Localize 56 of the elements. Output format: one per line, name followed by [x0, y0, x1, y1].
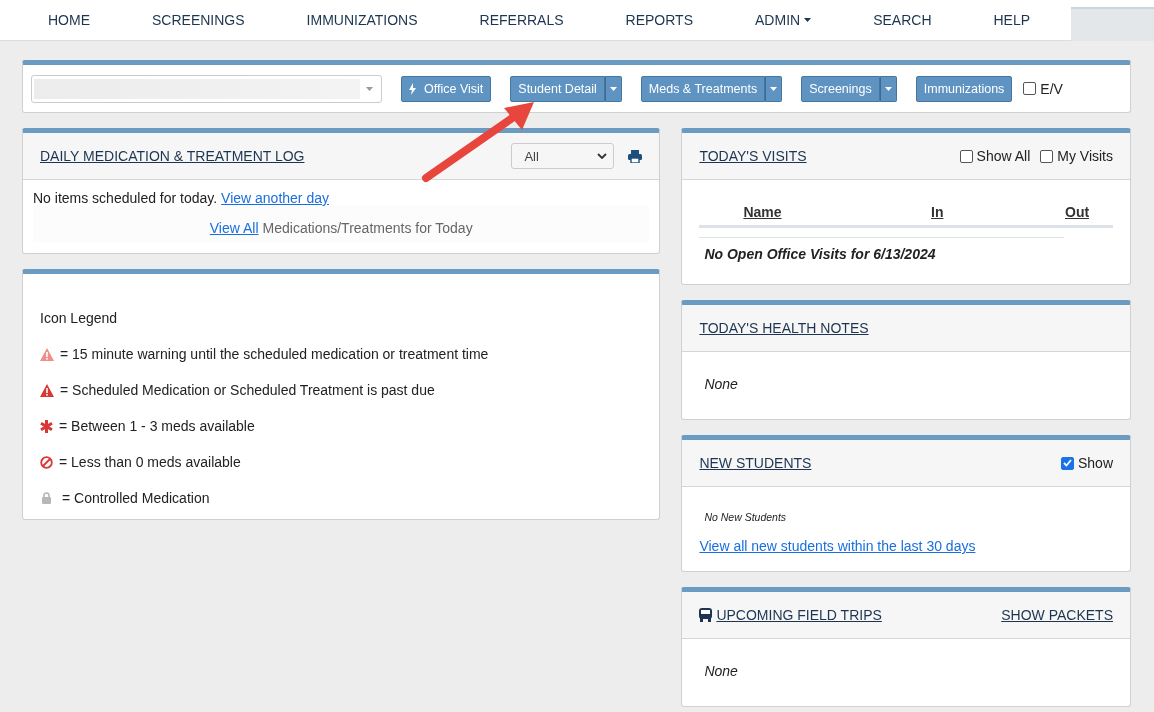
warning-icon	[40, 383, 54, 397]
legend-text: = Controlled Medication	[62, 490, 210, 506]
show-packets-link[interactable]: SHOW PACKETS	[1001, 607, 1113, 623]
checkbox[interactable]	[1040, 149, 1054, 163]
message-text: No items scheduled for today.	[33, 190, 218, 206]
empty-message: None	[703, 662, 739, 681]
column-header[interactable]: Name	[743, 204, 931, 220]
checkbox[interactable]	[1060, 456, 1074, 470]
asterisk-icon	[40, 419, 53, 433]
column-header[interactable]: Out	[1065, 204, 1113, 220]
lock-icon	[41, 492, 52, 504]
nav-link[interactable]: IMMUNIZATIONS	[275, 12, 449, 28]
panel-title[interactable]: TODAY'S HEALTH NOTES	[699, 320, 869, 336]
empty-message: No New Students	[703, 510, 788, 523]
checkbox-label: My Visits	[1057, 148, 1113, 164]
caret-icon	[609, 86, 617, 91]
chevron-icon	[597, 153, 608, 159]
panel-title[interactable]: NEW STUDENTS	[699, 455, 812, 471]
caret-icon	[804, 18, 812, 22]
legend-text: = 15 minute warning until the scheduled medication or treatment time	[60, 346, 489, 362]
panel-title[interactable]: DAILY MEDICATION & TREATMENT LOG	[40, 148, 305, 164]
panel-title[interactable]: TODAY'S VISITS	[699, 148, 807, 164]
dropdown-toggle[interactable]	[765, 75, 783, 102]
nav-link[interactable]: HOME	[17, 12, 121, 28]
caret-icon	[366, 86, 373, 91]
bus-icon	[699, 608, 713, 622]
print-icon[interactable]	[628, 149, 643, 163]
nav-link[interactable]: ADMIN	[724, 12, 843, 28]
checkbox-label: Show All	[976, 148, 1031, 164]
empty-message: None	[703, 375, 739, 394]
checkbox-label: E/V	[1040, 80, 1063, 97]
footer-text: Medications/Treatments for Today	[262, 220, 473, 236]
view-all-link[interactable]: View All	[209, 220, 259, 236]
legend-text: = Between 1 - 3 meds available	[59, 418, 255, 434]
caret-icon	[770, 86, 778, 91]
legend-title: Icon Legend	[40, 310, 119, 326]
view-another-day-link[interactable]: View another day	[221, 190, 329, 206]
checkbox[interactable]	[1023, 82, 1037, 95]
nav-link[interactable]: HELP	[962, 12, 1062, 28]
legend-text: = Scheduled Medication or Scheduled Treatment is past due	[60, 382, 435, 398]
caret-icon	[884, 86, 892, 91]
checkbox[interactable]	[959, 149, 973, 163]
lightning-icon	[409, 82, 416, 95]
panel-title[interactable]: UPCOMING FIELD TRIPS	[716, 607, 882, 623]
ban-icon	[40, 455, 53, 469]
filter-select[interactable]: All	[511, 143, 615, 169]
new-students-link[interactable]: View all new students within the last 30 days	[699, 538, 976, 554]
column-header[interactable]: In	[931, 204, 1065, 220]
legend-text: = Less than 0 meds available	[59, 454, 241, 470]
nav-link[interactable]: REPORTS	[594, 12, 724, 28]
empty-message: No Open Office Visits for 6/13/2024	[699, 237, 1065, 262]
checkbox-label: Show	[1077, 455, 1113, 471]
warning-icon	[40, 347, 54, 361]
nav-link[interactable]: SCREENINGS	[121, 12, 276, 28]
nav-link[interactable]: REFERRALS	[448, 12, 595, 28]
nav-link[interactable]: SEARCH	[842, 12, 963, 28]
